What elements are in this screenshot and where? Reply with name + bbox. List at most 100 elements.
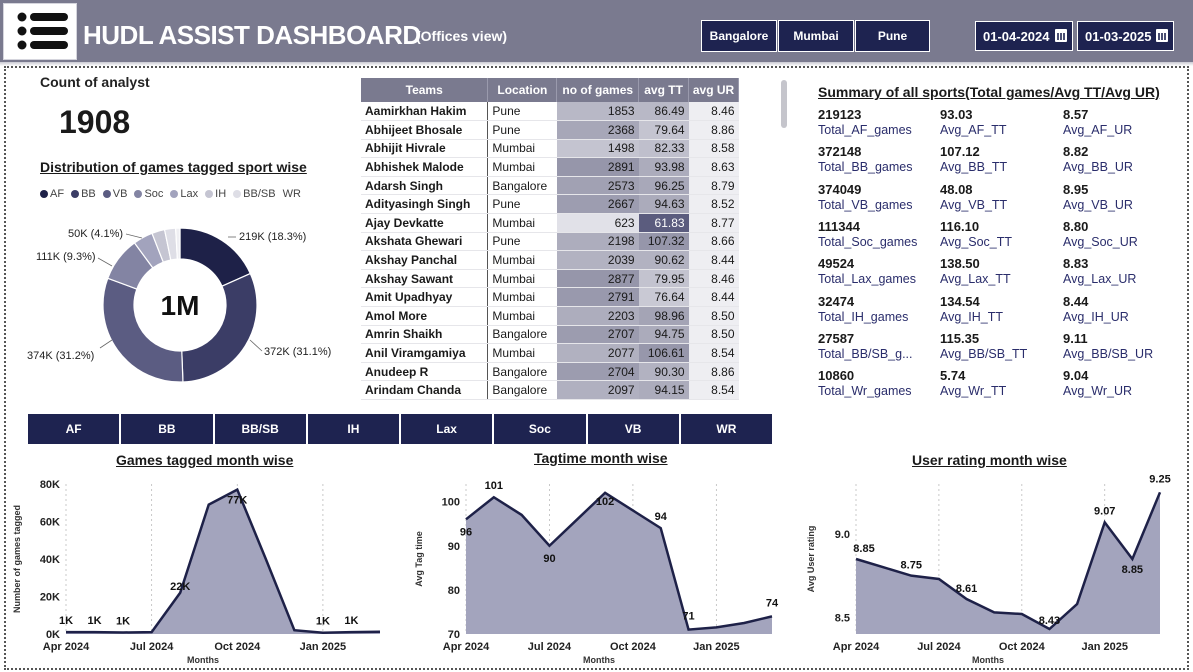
sport-button-lax[interactable]: Lax <box>401 414 495 444</box>
calendar-icon[interactable] <box>1055 29 1067 42</box>
table-row[interactable]: Akshay Panchal Mumbai 2039 90.62 8.44 <box>361 250 739 270</box>
legend-item[interactable]: BB/SB <box>233 188 276 200</box>
calendar-icon[interactable] <box>1156 29 1168 42</box>
date-to-field[interactable]: 01-03-2025 <box>1077 21 1174 51</box>
x-tick-label: Oct 2024 <box>999 641 1046 653</box>
table-row[interactable]: Anudeep R Bangalore 2704 90.30 8.86 <box>361 362 739 382</box>
sport-button-ih[interactable]: IH <box>307 414 401 444</box>
cell-team: Arindam Chanda <box>361 380 489 400</box>
cell-avg-ur: 8.44 <box>688 250 739 270</box>
date-from-field[interactable]: 01-04-2024 <box>975 21 1073 51</box>
y-tick-label: 40K <box>40 554 60 566</box>
cell-avg-ur: 8.44 <box>688 287 739 308</box>
table-row[interactable]: Aamirkhan Hakim Pune 1853 86.49 8.46 <box>361 102 739 122</box>
date-from-value: 01-04-2024 <box>983 28 1050 44</box>
cell-avg-tt: 94.63 <box>638 194 689 215</box>
data-label: 1K <box>344 615 358 627</box>
summary-value: 8.82 <box>1063 144 1089 160</box>
date-to-value: 01-03-2025 <box>1085 28 1152 44</box>
data-label: 8.75 <box>901 560 922 572</box>
legend-label: IH <box>215 188 227 200</box>
sport-button-wr[interactable]: WR <box>680 414 772 444</box>
table-row[interactable]: Abhijeet Bhosale Pune 2368 79.64 8.86 <box>361 120 739 140</box>
sport-button-af[interactable]: AF <box>28 414 122 444</box>
summary-label: Total_Wr_games <box>818 384 912 399</box>
table-row[interactable]: Adarsh Singh Bangalore 2573 96.25 8.79 <box>361 176 739 196</box>
legend-item[interactable]: IH <box>205 188 226 200</box>
table-row[interactable]: Akshay Sawant Mumbai 2877 79.95 8.46 <box>361 269 739 289</box>
legend-item[interactable]: Lax <box>170 188 198 200</box>
office-button-bangalore[interactable]: Bangalore <box>701 20 777 52</box>
distribution-donut-chart: 1M 219K (18.3%) 372K (31.1%) 374K (31.2%) 11… <box>27 227 331 383</box>
donut-leader-line <box>125 233 143 239</box>
table-row[interactable]: Amol More Mumbai 2203 98.96 8.50 <box>361 306 739 326</box>
column-header-avg-tt[interactable]: avg TT <box>638 78 690 102</box>
table-row[interactable]: Anil Viramgamiya Mumbai 2077 106.61 8.54 <box>361 343 739 363</box>
column-header-location[interactable]: Location <box>487 78 558 102</box>
data-label: 1K <box>88 615 102 627</box>
cell-games: 2097 <box>556 380 639 400</box>
summary-label: Avg_BB/SB_UR <box>1063 346 1154 361</box>
summary-label: Total_BB_games <box>818 160 913 175</box>
summary-label: Total_BB/SB_g... <box>818 346 913 361</box>
cell-location: Pune <box>487 120 557 140</box>
cell-avg-ur: 8.86 <box>688 362 739 382</box>
cell-location: Bangalore <box>487 325 557 345</box>
list-icon <box>17 12 68 50</box>
legend-item[interactable]: BB <box>71 188 96 200</box>
cell-team: Aamirkhan Hakim <box>361 102 489 122</box>
table-row[interactable]: Ajay Devkatte Mumbai 623 61.83 8.77 <box>361 213 739 233</box>
legend-swatch <box>205 190 214 198</box>
sport-button-vb[interactable]: VB <box>587 414 681 444</box>
column-header-avg-ur[interactable]: avg UR <box>688 78 739 102</box>
column-header-teams[interactable]: Teams <box>361 78 489 102</box>
cell-games: 2791 <box>556 287 639 308</box>
cell-location: Bangalore <box>487 176 557 196</box>
table-row[interactable]: Abhijit Hivrale Mumbai 1498 82.33 8.58 <box>361 139 739 159</box>
cell-avg-ur: 8.54 <box>688 343 739 363</box>
cell-avg-ur: 8.50 <box>688 325 739 345</box>
donut-data-label: 111K (9.3%) <box>36 251 96 263</box>
x-tick-label: Jan 2025 <box>300 641 346 653</box>
sport-button-bb[interactable]: BB <box>121 414 215 444</box>
column-header-games[interactable]: no of games <box>556 78 640 102</box>
analyst-table: Teams Location no of games avg TT avg UR… <box>361 78 739 403</box>
legend-item[interactable]: AF <box>40 188 64 200</box>
donut-leader-line <box>249 339 263 352</box>
x-tick-label: Apr 2024 <box>43 641 90 653</box>
x-tick-label: Jan 2025 <box>1081 641 1127 653</box>
data-label: 101 <box>485 480 503 492</box>
summary-card: 32474 Total_IH_games <box>818 294 930 324</box>
y-tick-label: 80K <box>40 479 60 491</box>
cell-avg-tt: 94.75 <box>638 325 689 345</box>
menu-logo[interactable] <box>3 3 77 60</box>
games-chart-title: Games tagged month wise <box>116 452 294 468</box>
cell-avg-tt: 106.61 <box>638 343 689 363</box>
table-row[interactable]: Akshata Ghewari Pune 2198 107.32 8.66 <box>361 232 739 252</box>
office-button-pune[interactable]: Pune <box>855 20 930 52</box>
legend-item[interactable]: Soc <box>134 188 163 200</box>
legend-item[interactable]: WR <box>283 188 301 200</box>
table-row[interactable]: Amrin Shaikh Bangalore 2707 94.75 8.50 <box>361 325 739 345</box>
table-row[interactable]: Adityasingh Singh Pune 2667 94.63 8.52 <box>361 194 739 215</box>
cell-avg-tt: 79.64 <box>638 120 689 140</box>
table-row[interactable]: Amit Upadhyay Mumbai 2791 76.64 8.44 <box>361 287 739 308</box>
summary-label: Avg_Lax_UR <box>1063 272 1137 287</box>
legend-swatch <box>40 190 48 198</box>
data-label: 74 <box>766 597 779 609</box>
summary-card: 93.03 Avg_AF_TT <box>940 107 1052 137</box>
y-axis-title: Avg User rating <box>806 526 816 593</box>
sport-button-bb-sb[interactable]: BB/SB <box>214 414 308 444</box>
data-label: 8.61 <box>956 583 977 595</box>
cell-avg-tt: 107.32 <box>638 232 689 252</box>
summary-label: Avg_IH_TT <box>940 309 1003 324</box>
sport-button-soc[interactable]: Soc <box>494 414 588 444</box>
legend-item[interactable]: VB <box>102 188 127 200</box>
table-row[interactable]: Arindam Chanda Bangalore 2097 94.15 8.54 <box>361 380 739 400</box>
table-row[interactable]: Abhishek Malode Mumbai 2891 93.98 8.63 <box>361 157 739 177</box>
summary-card: 49524 Total_Lax_games <box>818 256 930 286</box>
data-label: 9.25 <box>1149 473 1170 485</box>
rating-month-chart: 8.5 9.0 Apr 2024 Jul 2024 Oct 2024 Jan 2025 Mo… <box>806 473 1171 665</box>
office-button-mumbai[interactable]: Mumbai <box>778 20 854 52</box>
table-scrollbar[interactable] <box>781 80 787 128</box>
